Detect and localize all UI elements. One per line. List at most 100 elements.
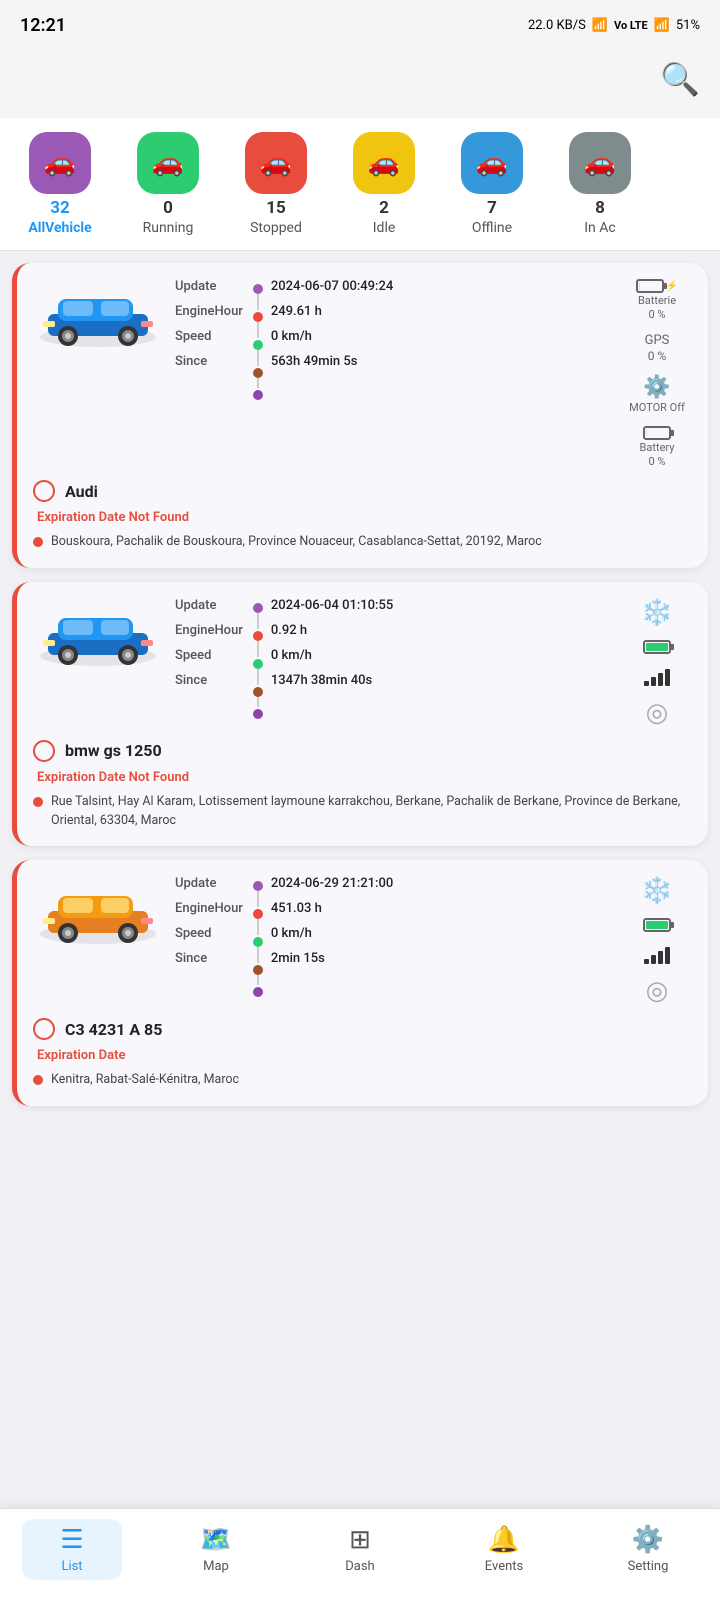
tab-stopped-count: 15 [266, 198, 286, 218]
update-label: Update [175, 279, 243, 294]
c3-status-circle [33, 1018, 55, 1040]
bmwgs-battery-body [643, 640, 671, 654]
bmwgs-values: 2024-06-04 01:10:55 0.92 h 0 km/h 1347h … [271, 598, 393, 719]
tab-stopped-label: Stopped [250, 220, 302, 236]
c3-expiry: Expiration Date [37, 1048, 692, 1063]
batterie-icon-item: ⚡ Batterie 0 % [636, 279, 678, 321]
tab-idle-label: Idle [373, 220, 396, 236]
tab-inactive[interactable]: 🚗 8 In Ac [550, 132, 650, 236]
bmwgs-enginehour: 0.92 h [271, 623, 393, 638]
bmwgs-update: 2024-06-04 01:10:55 [271, 598, 393, 613]
speed-label: Speed [175, 329, 243, 344]
c3-enginehour-label: EngineHour [175, 901, 243, 916]
vehicle-card-audi[interactable]: Update EngineHour Speed Since [12, 263, 708, 568]
lte-icon: Vo LTE [614, 19, 648, 32]
audi-address-text: Bouskoura, Pachalik de Bouskoura, Provin… [51, 533, 542, 552]
gps-val: 0 % [648, 349, 667, 363]
vehicle-card-c3[interactable]: Update EngineHour Speed Since [12, 860, 708, 1106]
bmwgs-speed: 0 km/h [271, 648, 393, 663]
battery2-label: Battery [640, 441, 675, 454]
batterie-val: 0 % [649, 308, 666, 321]
tab-offline-count: 7 [487, 198, 497, 218]
audi-info: Update EngineHour Speed Since [175, 279, 610, 400]
audi-values: 2024-06-07 00:49:24 249.61 h 0 km/h 563h… [271, 279, 393, 400]
battery-body-icon [636, 279, 664, 293]
audi-labels: Update EngineHour Speed Since [175, 279, 243, 400]
tab-inactive-label: In Ac [584, 220, 615, 236]
events-label: Events [485, 1559, 523, 1574]
c3-battery-item [643, 918, 671, 932]
tab-offline[interactable]: 🚗 7 Offline [442, 132, 542, 236]
car-image-bmwgs [33, 598, 163, 668]
nav-setting[interactable]: ⚙️ Setting [598, 1525, 698, 1574]
setting-label: Setting [628, 1559, 669, 1574]
bmwgs-mid: bmw gs 1250 [33, 740, 692, 762]
nav-events[interactable]: 🔔 Events [454, 1525, 554, 1574]
bmwgs-expiry: Expiration Date Not Found [37, 770, 692, 785]
network-speed: 22.0 KB/S [528, 18, 586, 33]
tab-all-count: 32 [50, 198, 70, 218]
map-icon: 🗺️ [200, 1525, 232, 1555]
setting-icon: ⚙️ [632, 1525, 664, 1555]
c3-speed-label: Speed [175, 926, 243, 941]
tab-running[interactable]: 🚗 0 Running [118, 132, 218, 236]
bmwgs-info: Update EngineHour Speed Since [175, 598, 610, 719]
battery2-icon-item: Battery 0 % [640, 426, 675, 468]
car-image-audi [33, 279, 163, 349]
vehicle-card-bmwgs[interactable]: Update EngineHour Speed Since [12, 582, 708, 847]
c3-snow-icon: ❄️ [641, 876, 673, 906]
tab-idle-count: 2 [379, 198, 389, 218]
events-icon: 🔔 [488, 1525, 520, 1555]
c3-update-label: Update [175, 876, 243, 891]
tab-idle[interactable]: 🚗 2 Idle [334, 132, 434, 236]
bar2 [651, 677, 656, 686]
tab-all-vehicle[interactable]: 🚗 32 AllVehicle [10, 132, 110, 236]
c3-values: 2024-06-29 21:21:00 451.03 h 0 km/h 2min… [271, 876, 393, 997]
signal-icon: 📶 [654, 18, 670, 33]
c3-update: 2024-06-29 21:21:00 [271, 876, 393, 891]
dash-icon: ⊞ [349, 1525, 371, 1555]
nav-map[interactable]: 🗺️ Map [166, 1525, 266, 1574]
c3-bar2 [651, 955, 656, 964]
tab-all-icon: 🚗 [44, 148, 76, 178]
audi-icons: ⚡ Batterie 0 % GPS 0 % ⚙️ MOTOR Off [622, 279, 692, 468]
motor-status: MOTOR Off [629, 401, 685, 414]
list-label: List [61, 1559, 82, 1574]
c3-enginehour: 451.03 h [271, 901, 393, 916]
tab-stopped-icon: 🚗 [260, 148, 292, 178]
audi-status-circle [33, 480, 55, 502]
tab-idle-icon: 🚗 [368, 148, 400, 178]
nav-list[interactable]: ☰ List [22, 1519, 122, 1580]
bmwgs-address: Rue Talsint, Hay Al Karam, Lotissement l… [33, 793, 692, 831]
gps-label: GPS [645, 333, 670, 348]
c3-battery-body [643, 918, 671, 932]
c3-icons: ❄️ ◎ [622, 876, 692, 1006]
tab-inactive-count: 8 [595, 198, 605, 218]
c3-name: C3 4231 A 85 [65, 1020, 162, 1039]
signal-bars [644, 666, 670, 686]
motor-icon-item: ⚙️ MOTOR Off [629, 375, 685, 414]
batterie-label: Batterie [638, 294, 676, 307]
audi-update: 2024-06-07 00:49:24 [271, 279, 393, 294]
filter-tabs: 🚗 32 AllVehicle 🚗 0 Running 🚗 15 Stopped… [0, 118, 720, 251]
audi-name: Audi [65, 482, 98, 501]
tab-offline-icon: 🚗 [476, 148, 508, 178]
bmwgs-battery-item [643, 640, 671, 654]
c3-since-label: Since [175, 951, 243, 966]
target-icon: ◎ [646, 698, 669, 728]
c3-bar4 [665, 947, 670, 964]
status-bar: 12:21 22.0 KB/S 📶 Vo LTE 📶 51% [0, 0, 720, 50]
status-time: 12:21 [20, 15, 66, 36]
snow-icon: ❄️ [641, 598, 673, 628]
search-button[interactable]: 🔍 [660, 60, 700, 98]
tab-offline-label: Offline [472, 220, 512, 236]
audi-address: Bouskoura, Pachalik de Bouskoura, Provin… [33, 533, 692, 552]
tab-stopped[interactable]: 🚗 15 Stopped [226, 132, 326, 236]
c3-speed: 0 km/h [271, 926, 393, 941]
bar4 [665, 669, 670, 686]
audi-mid: Audi [33, 480, 692, 502]
battery-icon: 51% [676, 18, 700, 33]
bmwgs-update-label: Update [175, 598, 243, 613]
battery2-body [643, 426, 671, 440]
nav-dash[interactable]: ⊞ Dash [310, 1525, 410, 1574]
